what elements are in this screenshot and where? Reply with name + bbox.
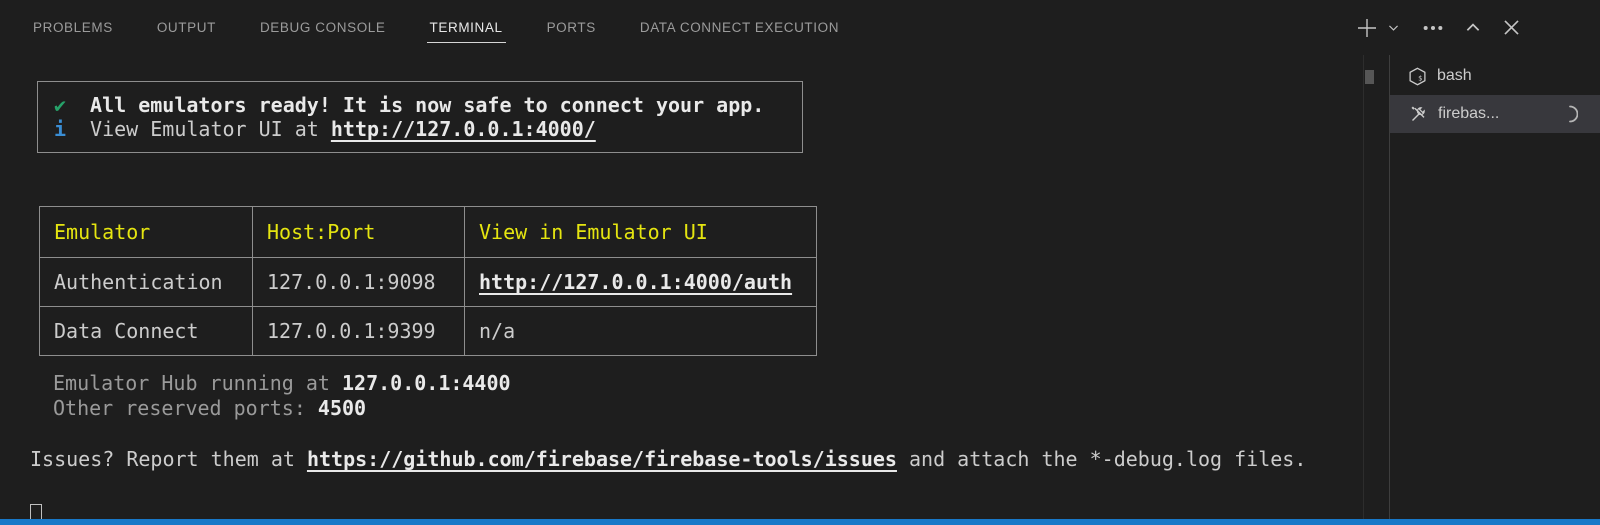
hub-address: 127.0.0.1:4400 — [342, 371, 511, 395]
tab-problems[interactable]: PROBLEMS — [32, 14, 114, 41]
ellipsis-icon — [1422, 17, 1444, 39]
table-row: Authentication 127.0.0.1:9098 http://127… — [40, 258, 817, 307]
panel-tab-bar: PROBLEMS OUTPUT DEBUG CONSOLE TERMINAL P… — [0, 0, 1340, 55]
new-terminal-button[interactable] — [1355, 16, 1379, 40]
terminal-list: $ bash firebas... — [1390, 57, 1600, 133]
cell-emulator-name: Authentication — [40, 258, 253, 307]
issues-prefix: Issues? Report them at — [30, 447, 307, 471]
view-prefix: View Emulator UI at — [90, 117, 331, 141]
emulators-ready-box: ✔ All emulators ready! It is now safe to … — [37, 81, 803, 153]
cell-host-port: 127.0.0.1:9098 — [253, 258, 465, 307]
table-row: Data Connect 127.0.0.1:9399 n/a — [40, 307, 817, 356]
reserved-ports-value: 4500 — [318, 396, 366, 420]
maximize-panel-button[interactable] — [1464, 19, 1482, 37]
terminal-tab-bash[interactable]: $ bash — [1390, 57, 1600, 95]
reserved-ports-line: Other reserved ports: 4500 — [53, 396, 1360, 421]
header-host-port: Host:Port — [253, 207, 465, 258]
bash-cube-icon: $ — [1408, 67, 1427, 86]
header-view-ui: View in Emulator UI — [465, 207, 817, 258]
hub-info: Emulator Hub running at 127.0.0.1:4400 O… — [53, 371, 1360, 421]
emulator-ui-link[interactable]: http://127.0.0.1:4000/ — [331, 117, 596, 141]
emulator-table: Emulator Host:Port View in Emulator UI A… — [39, 206, 817, 356]
chevron-up-icon — [1464, 19, 1482, 37]
svg-text:$: $ — [1418, 74, 1422, 82]
tools-icon — [1408, 104, 1428, 124]
tab-output[interactable]: OUTPUT — [156, 14, 217, 41]
ready-line: ✔ All emulators ready! It is now safe to … — [54, 93, 802, 117]
tab-debug-console[interactable]: DEBUG CONSOLE — [259, 14, 387, 41]
terminal-tab-label: bash — [1437, 67, 1472, 85]
scrollbar-thumb[interactable] — [1365, 70, 1374, 84]
tab-data-connect-execution[interactable]: DATA CONNECT EXECUTION — [639, 14, 840, 41]
info-icon: i — [54, 117, 66, 141]
emulator-ui-line: i View Emulator UI at http://127.0.0.1:40… — [54, 117, 802, 141]
hub-line: Emulator Hub running at 127.0.0.1:4400 — [53, 371, 1360, 396]
close-icon — [1502, 18, 1521, 37]
cell-view-ui: n/a — [465, 307, 817, 356]
loading-spinner-icon — [1562, 105, 1578, 123]
cell-host-port: 127.0.0.1:9399 — [253, 307, 465, 356]
header-emulator: Emulator — [40, 207, 253, 258]
tab-ports[interactable]: PORTS — [546, 14, 597, 41]
close-panel-button[interactable] — [1502, 18, 1521, 37]
issues-line: Issues? Report them at https://github.co… — [30, 447, 1360, 472]
check-icon: ✔ — [54, 93, 66, 117]
plus-icon — [1355, 16, 1379, 40]
hub-prefix: Emulator Hub running at — [53, 371, 342, 395]
issues-github-link[interactable]: https://github.com/firebase/firebase-too… — [307, 447, 897, 471]
tab-terminal[interactable]: TERMINAL — [429, 14, 504, 41]
terminal-tab-label: firebas... — [1438, 105, 1499, 123]
chevron-down-icon — [1387, 21, 1400, 34]
issues-suffix: and attach the *-debug.log files. — [897, 447, 1306, 471]
terminal-output[interactable]: ✔ All emulators ready! It is now safe to … — [30, 55, 1360, 519]
auth-emulator-ui-link[interactable]: http://127.0.0.1:4000/auth — [479, 270, 792, 294]
panel-actions — [1355, 0, 1600, 55]
terminal-tab-firebase[interactable]: firebas... — [1390, 95, 1600, 133]
status-accent-bar — [0, 519, 1600, 525]
table-header-row: Emulator Host:Port View in Emulator UI — [40, 207, 817, 258]
ready-message: All emulators ready! It is now safe to c… — [90, 93, 764, 117]
terminal-scrollbar[interactable] — [1364, 55, 1389, 519]
reserved-prefix: Other reserved ports: — [53, 396, 318, 420]
terminal-profile-dropdown-button[interactable] — [1387, 21, 1400, 34]
more-actions-button[interactable] — [1422, 17, 1444, 39]
cell-emulator-name: Data Connect — [40, 307, 253, 356]
